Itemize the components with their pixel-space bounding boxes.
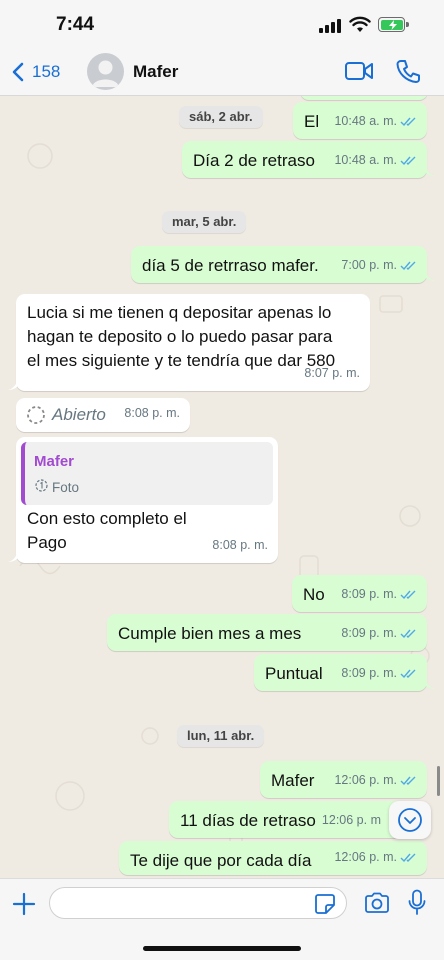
date-separator: lun, 11 abr.	[177, 725, 265, 747]
outgoing-message[interactable]: Te dije que por cada día 12:06 p. m.	[119, 841, 427, 875]
message-meta: 8:08 p. m.	[124, 401, 180, 425]
scroll-to-bottom-button[interactable]	[389, 801, 431, 839]
incoming-reply-message[interactable]: Mafer Foto Con esto completo el Pago 8:0…	[16, 437, 278, 563]
cellular-signal-icon	[319, 19, 341, 33]
double-check-icon	[400, 669, 416, 678]
message-time: 8:09 p. m.	[341, 587, 397, 601]
double-check-icon	[400, 156, 416, 165]
double-check-icon	[400, 590, 416, 599]
message-time: 8:08 p. m.	[212, 538, 268, 552]
sticker-icon[interactable]	[314, 893, 336, 915]
quoted-author: Mafer	[34, 453, 75, 470]
outgoing-message[interactable]: El 10:48 a. m.	[293, 102, 427, 139]
wifi-icon	[349, 16, 371, 32]
double-check-icon	[400, 853, 416, 862]
message-time: 10:48 a. m.	[334, 114, 397, 128]
message-time: 10:48 a. m.	[334, 153, 397, 167]
message-meta: 8:08 p. m.	[212, 533, 268, 557]
avatar[interactable]	[87, 53, 124, 90]
outgoing-message[interactable]: Puntual 8:09 p. m.	[254, 654, 427, 691]
view-once-label: Abierto	[52, 405, 106, 424]
double-check-icon	[400, 629, 416, 638]
view-once-icon	[35, 479, 48, 492]
outgoing-message[interactable]: Día 2 de retraso 10:48 a. m.	[182, 141, 427, 178]
message-text: El	[304, 112, 320, 131]
battery-icon	[378, 17, 409, 32]
chat-header: 158 Mafer	[0, 48, 444, 96]
scrollbar[interactable]	[437, 766, 440, 796]
message-meta: 10:48 a. m.	[334, 109, 417, 133]
message-bubble-partial	[300, 96, 428, 100]
back-button[interactable]: 158	[12, 58, 60, 86]
camera-icon[interactable]	[364, 892, 390, 914]
message-time: 8:07 p. m.	[304, 366, 360, 380]
message-text: Puntual	[265, 664, 323, 683]
message-time: 12:06 p. m.	[334, 773, 397, 787]
default-avatar-icon	[92, 60, 119, 87]
message-meta: 8:09 p. m.	[341, 582, 417, 606]
message-text: Mafer	[271, 771, 315, 790]
message-input[interactable]	[49, 887, 347, 919]
quoted-message[interactable]: Mafer Foto	[21, 442, 273, 505]
outgoing-message[interactable]: Mafer 12:06 p. m.	[260, 761, 427, 798]
unread-count: 158	[32, 62, 61, 81]
message-meta: 8:07 p. m.	[304, 361, 360, 385]
message-meta: 8:09 p. m.	[341, 621, 417, 645]
phone-call-icon[interactable]	[396, 58, 420, 84]
message-text-line: el mes siguiente y te tendría que dar 58…	[27, 351, 336, 370]
message-text: Te dije que por cada día	[130, 851, 312, 870]
double-check-icon	[400, 776, 416, 785]
message-meta: 8:09 p. m.	[341, 661, 417, 685]
message-meta: 12:06 p. m	[322, 808, 381, 832]
message-time: 12:06 p. m	[321, 813, 381, 827]
message-text-line: hagan te deposito o lo puedo pasar para	[27, 327, 333, 346]
view-once-message[interactable]: Abierto 8:08 p. m.	[16, 398, 190, 432]
bubble-tail	[425, 269, 435, 281]
plus-icon[interactable]	[12, 892, 36, 916]
message-text: 11 días de retraso	[180, 811, 316, 830]
date-separator: mar, 5 abr.	[162, 211, 247, 233]
outgoing-message[interactable]: Cumple bien mes a mes 8:09 p. m.	[107, 614, 427, 651]
chevron-down-circle-icon	[398, 808, 422, 832]
outgoing-message[interactable]: No 8:09 p. m.	[292, 575, 427, 612]
double-check-icon	[400, 261, 416, 270]
double-check-icon	[400, 117, 416, 126]
quoted-type: Foto	[52, 480, 80, 495]
message-text: Cumple bien mes a mes	[118, 624, 302, 643]
message-meta: 10:48 a. m.	[334, 148, 417, 172]
status-bar: 7:44	[0, 0, 444, 48]
message-text-line: Lucia si me tienen q depositar apenas lo	[27, 303, 332, 322]
message-time: 7:00 p. m.	[341, 258, 397, 272]
contact-name[interactable]: Mafer	[133, 62, 178, 82]
home-indicator	[143, 946, 301, 951]
message-time: 8:09 p. m.	[341, 626, 397, 640]
bubble-tail	[8, 378, 18, 390]
chevron-left-icon	[12, 62, 24, 82]
outgoing-message[interactable]: día 5 de retrraso mafer. 7:00 p. m.	[131, 246, 427, 283]
view-once-opened-icon	[27, 406, 45, 424]
message-time: 12:06 p. m.	[334, 850, 397, 864]
message-meta: 7:00 p. m.	[341, 253, 417, 277]
chat-area[interactable]: sáb, 2 abr. El 10:48 a. m. Día 2 de retr…	[0, 96, 444, 878]
message-input-bar	[0, 878, 444, 960]
message-text: día 5 de retrraso mafer.	[142, 256, 319, 275]
video-call-icon[interactable]	[344, 60, 374, 82]
bubble-tail	[8, 550, 18, 562]
message-text: No	[303, 585, 325, 604]
message-time: 8:08 p. m.	[124, 406, 180, 420]
bubble-tail	[425, 677, 435, 689]
message-meta: 12:06 p. m.	[334, 768, 417, 792]
bubble-tail	[425, 164, 435, 176]
message-text-line: Pago	[27, 533, 67, 552]
date-separator: sáb, 2 abr.	[179, 106, 263, 128]
status-time: 7:44	[56, 14, 95, 35]
microphone-icon[interactable]	[408, 889, 426, 917]
incoming-message[interactable]: Lucia si me tienen q depositar apenas lo…	[16, 294, 370, 391]
message-time: 8:09 p. m.	[341, 666, 397, 680]
message-text-line: Con esto completo el	[27, 509, 187, 528]
message-text: Día 2 de retraso	[193, 151, 315, 170]
message-meta: 12:06 p. m.	[334, 845, 417, 869]
